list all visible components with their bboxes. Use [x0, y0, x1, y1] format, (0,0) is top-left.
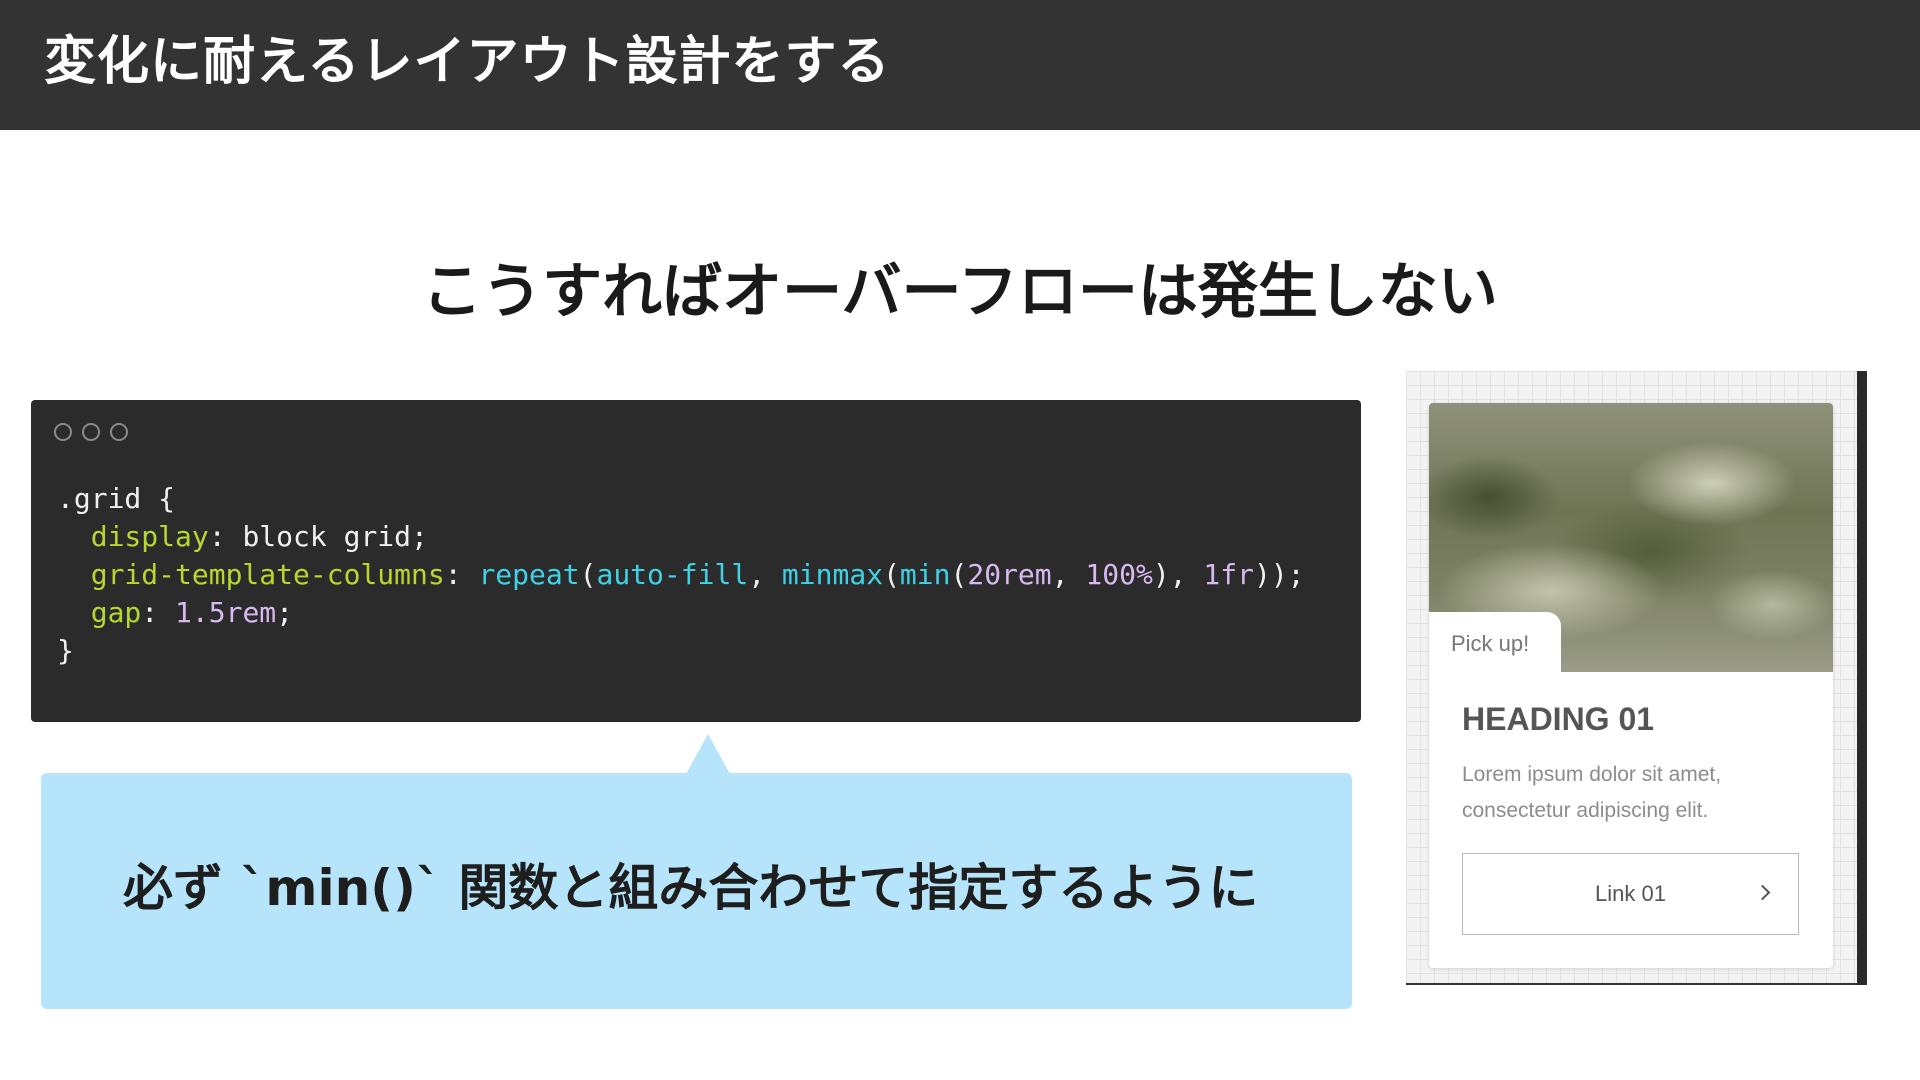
code-token: : block grid;	[208, 520, 428, 553]
code-token: (	[950, 558, 968, 591]
slide-title: 変化に耐えるレイアウト設計をする	[44, 32, 891, 92]
card-heading: HEADING 01	[1462, 701, 1655, 737]
code-token: minmax	[781, 558, 884, 591]
code-token: auto-fill	[596, 558, 749, 591]
callout-pointer	[686, 734, 730, 774]
slide-header: 変化に耐えるレイアウト設計をする	[0, 0, 1920, 130]
code-block: .grid { display: block grid; grid-templa…	[57, 480, 1305, 670]
code-token: (	[579, 558, 597, 591]
window-dot-icon	[54, 423, 72, 441]
code-token: (	[883, 558, 900, 591]
card: Pick up! HEADING 01 Lorem ipsum dolor si…	[1429, 403, 1833, 968]
code-token: ;	[276, 596, 294, 629]
callout-text: 必ず `min()` 関数と組み合わせて指定するように	[123, 859, 1259, 917]
code-window: .grid { display: block grid; grid-templa…	[31, 400, 1361, 722]
code-line: display: block grid;	[57, 518, 1305, 556]
code-token: }	[57, 634, 74, 667]
code-line: }	[57, 632, 1305, 670]
code-token: ));	[1253, 558, 1305, 591]
code-line: grid-template-columns: repeat(auto-fill,…	[57, 556, 1305, 594]
code-token: repeat	[478, 558, 580, 591]
window-dot-icon	[82, 423, 100, 441]
code-token: min	[899, 558, 951, 591]
code-token: grid-template-columns	[90, 558, 445, 591]
code-token: 20rem	[967, 558, 1052, 591]
callout-box: 必ず `min()` 関数と組み合わせて指定するように	[41, 773, 1352, 1009]
pick-up-label: Pick up!	[1451, 631, 1530, 656]
code-token: 1fr	[1203, 558, 1254, 591]
code-token: 100%	[1085, 558, 1153, 591]
slide-subtitle: こうすればオーバーフローは発生しない	[422, 257, 1498, 327]
preview-edge	[1857, 371, 1867, 985]
code-line: gap: 1.5rem;	[57, 594, 1305, 632]
code-token: :	[141, 596, 176, 629]
code-token: .grid {	[57, 482, 176, 515]
card-link-label: Link 01	[1595, 881, 1666, 906]
code-token: 1.5rem	[175, 596, 277, 629]
card-body-text: Lorem ipsum dolor sit amet, consectetur …	[1462, 763, 1722, 822]
code-token: display	[90, 520, 209, 553]
code-token: :	[444, 558, 479, 591]
code-token: ,	[1051, 558, 1086, 591]
card-link-button[interactable]: Link 01	[1462, 853, 1799, 935]
code-token: ),	[1152, 558, 1204, 591]
code-line: .grid {	[57, 480, 1305, 518]
window-controls	[54, 423, 128, 441]
code-token: ,	[748, 558, 782, 591]
code-token: gap	[90, 596, 142, 629]
window-dot-icon	[110, 423, 128, 441]
